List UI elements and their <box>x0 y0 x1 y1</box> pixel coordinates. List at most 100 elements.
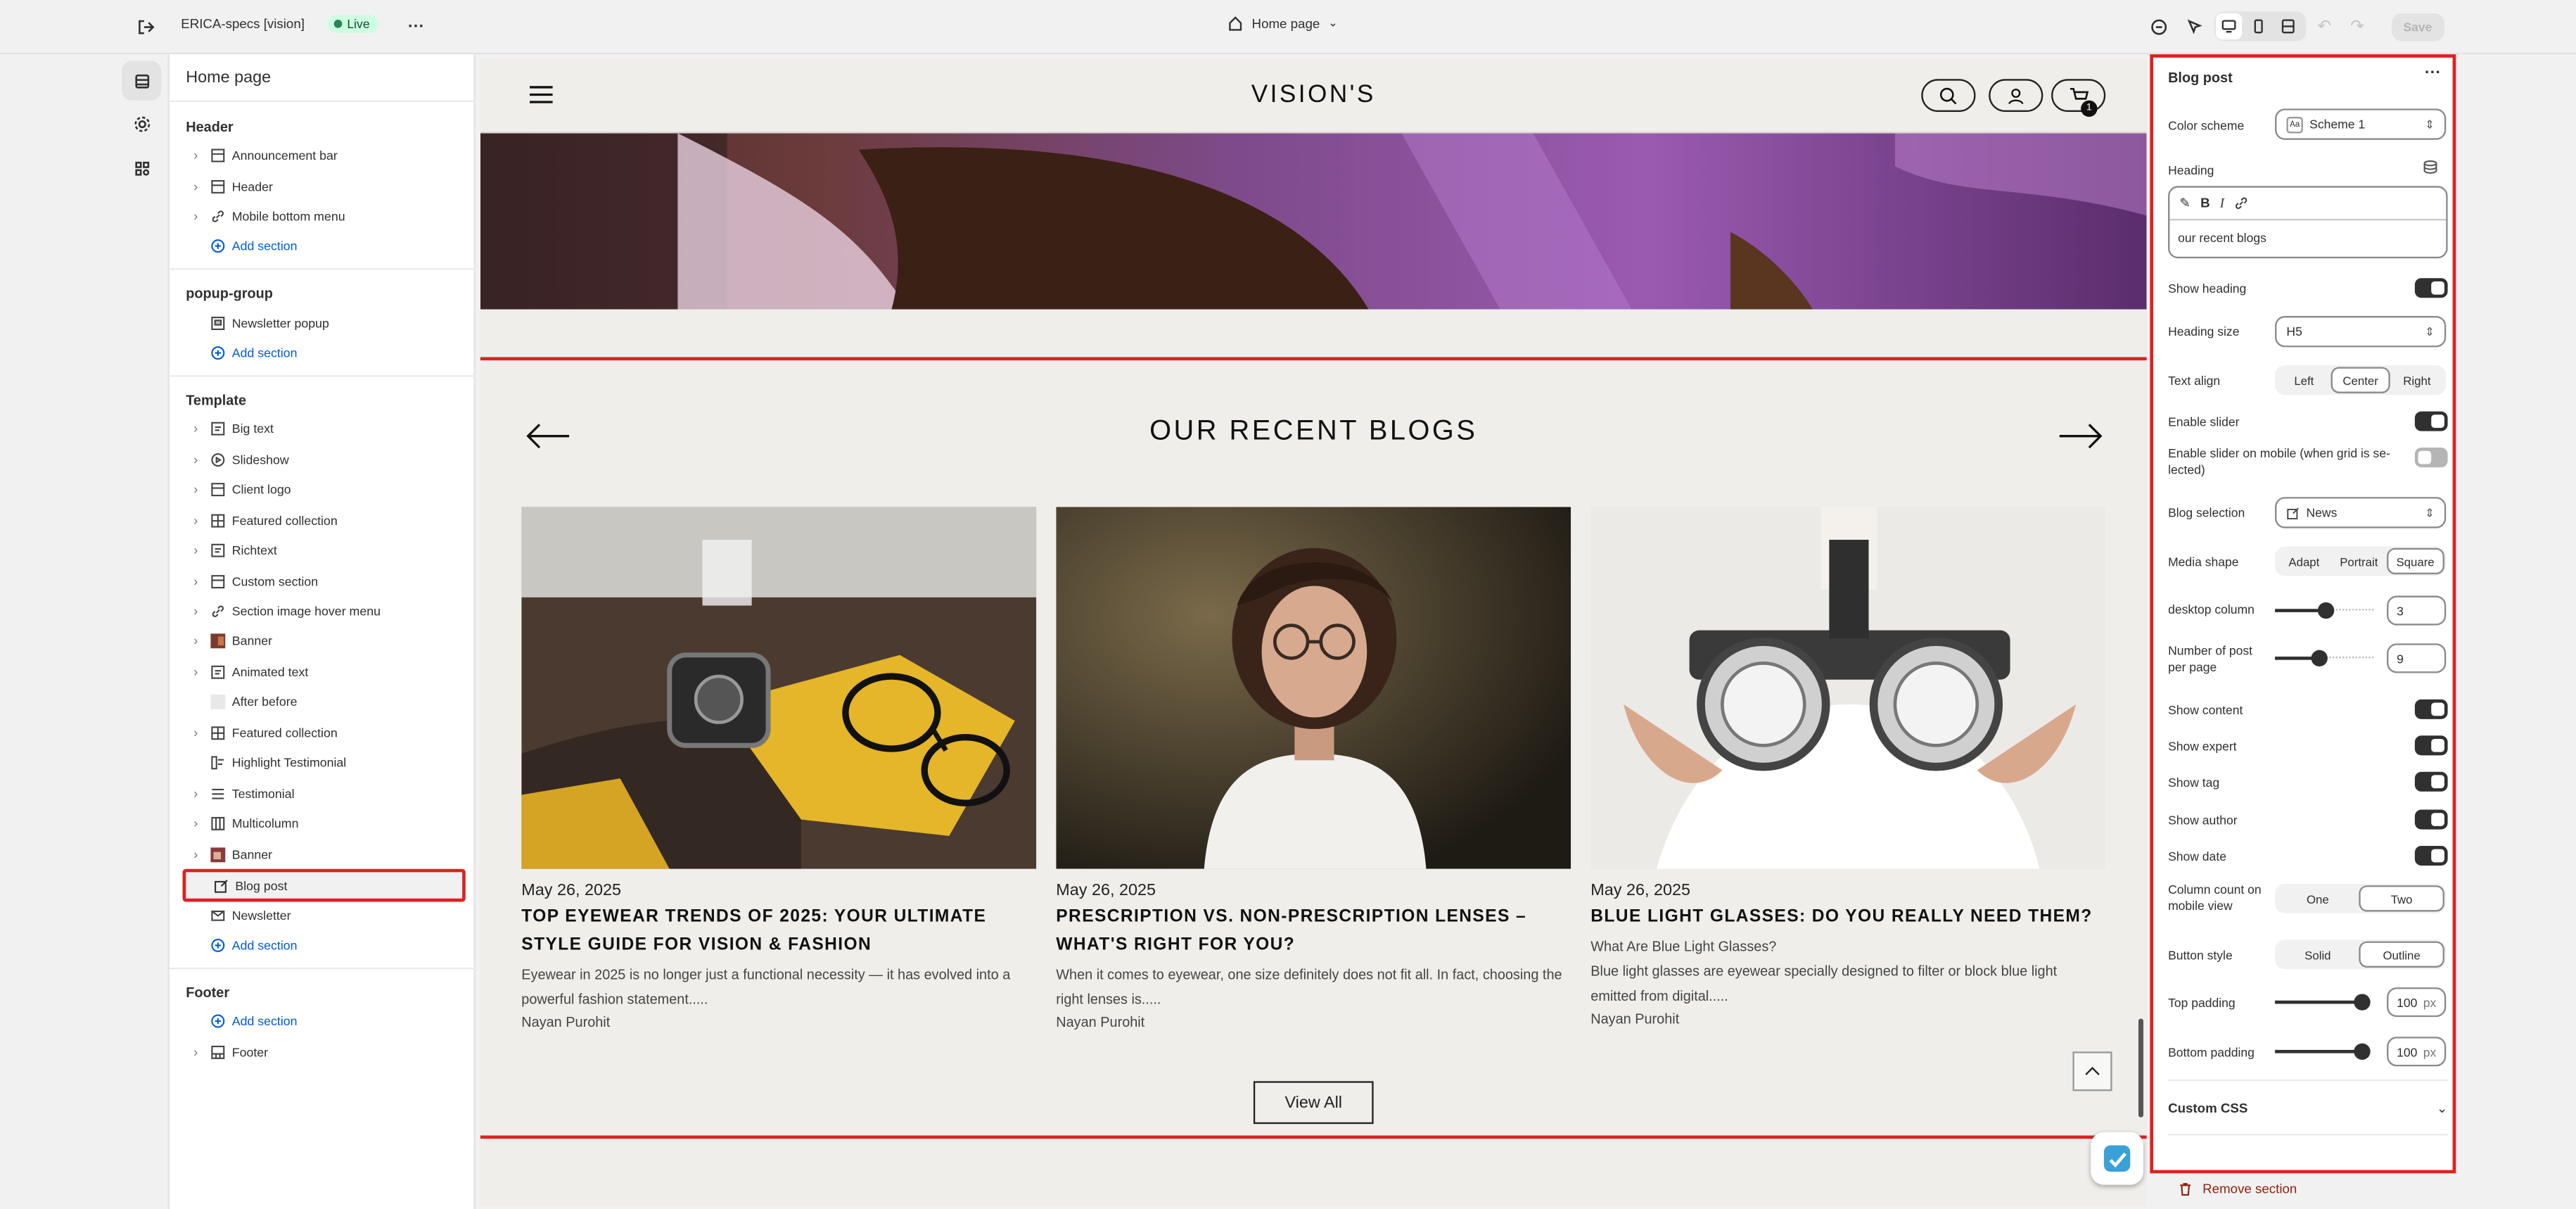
sidebar-item-header[interactable]: › Header <box>186 173 462 199</box>
preview-scrollbar[interactable] <box>2138 1018 2143 1118</box>
save-button[interactable]: Save <box>2392 13 2444 42</box>
view-all-button[interactable]: View All <box>1253 1081 1374 1125</box>
media-shape-adapt[interactable]: Adapt <box>2276 548 2331 574</box>
custom-css-collapsible[interactable]: Custom CSS ⌄ <box>2168 1101 2448 1115</box>
sidebar-item-highlight-testimonial[interactable]: Highlight Testimonial <box>186 749 462 775</box>
blog-card-image-woman[interactable] <box>1056 507 1571 869</box>
settings-gear-icon[interactable] <box>122 103 161 143</box>
sidebar-item-newsletter[interactable]: Newsletter <box>186 901 462 928</box>
desktop-view-icon[interactable] <box>2215 13 2243 40</box>
sidebar-item-featured-collection-2[interactable]: › Featured collection <box>186 719 462 745</box>
sidebar-item-testimonial[interactable]: › Testimonial <box>186 780 462 806</box>
enable-slider-toggle[interactable] <box>2414 411 2448 431</box>
chevron-right-icon[interactable]: › <box>186 452 205 467</box>
sidebar-item-client-logo[interactable]: › Client logo <box>186 476 462 502</box>
show-author-toggle[interactable] <box>2414 809 2448 830</box>
slider-knob[interactable] <box>2354 994 2371 1011</box>
button-style-outline[interactable]: Outline <box>2359 941 2444 968</box>
top-padding-slider[interactable] <box>2275 992 2373 1012</box>
heading-text-value[interactable]: our recent blogs <box>2169 220 2446 255</box>
bold-icon[interactable]: B <box>2200 196 2210 210</box>
top-padding-input[interactable]: 100 px <box>2387 987 2447 1018</box>
sidebar-item-section-image-hover-menu[interactable]: › Section image hover menu <box>186 597 462 624</box>
slider-knob[interactable] <box>2354 1043 2371 1060</box>
chevron-right-icon[interactable]: › <box>186 147 205 162</box>
chevron-right-icon[interactable]: › <box>186 725 205 740</box>
blog-selection-select[interactable]: News ⇕ <box>2275 497 2447 528</box>
sidebar-item-richtext[interactable]: › Richtext <box>186 536 462 562</box>
undo-icon[interactable]: ↶ <box>2312 13 2338 39</box>
chevron-right-icon[interactable]: › <box>186 633 205 647</box>
redo-icon[interactable]: ↷ <box>2344 13 2370 39</box>
remove-section-button[interactable]: Remove section <box>2178 1182 2297 1196</box>
chevron-right-icon[interactable]: › <box>186 420 205 435</box>
heading-richtext-editor[interactable]: ✎ B I our recent blogs <box>2168 186 2448 259</box>
desktop-column-slider[interactable] <box>2275 601 2374 621</box>
media-shape-square[interactable]: Square <box>2386 547 2444 575</box>
scroll-to-top-button[interactable] <box>2072 1051 2112 1091</box>
blog-card[interactable]: May 26, 2025 TOP EYEWEAR TRENDS OF 2025:… <box>521 507 1037 1030</box>
blog-card-title[interactable]: BLUE LIGHT GLASSES: DO YOU REALLY NEED T… <box>1590 904 2105 932</box>
bottom-padding-slider[interactable] <box>2275 1042 2373 1061</box>
chevron-right-icon[interactable]: › <box>186 847 205 861</box>
chevron-right-icon[interactable]: › <box>186 664 205 679</box>
chevron-right-icon[interactable]: › <box>186 481 205 496</box>
page-selector[interactable]: Home page ⌄ <box>1227 15 1338 31</box>
dynamic-source-icon[interactable] <box>2423 160 2438 175</box>
sidebar-item-big-text[interactable]: › Big text <box>186 414 462 441</box>
mobile-view-icon[interactable] <box>2245 13 2271 39</box>
more-options-icon[interactable]: ··· <box>2425 64 2441 82</box>
link-icon[interactable] <box>2234 196 2249 210</box>
sidebar-item-multicolumn[interactable]: › Multicolumn <box>186 810 462 836</box>
magic-icon[interactable]: ✎ <box>2179 196 2191 210</box>
column-count-one[interactable]: One <box>2276 885 2359 911</box>
exit-icon[interactable] <box>132 13 158 39</box>
slider-knob[interactable] <box>2317 602 2335 619</box>
text-align-left[interactable]: Left <box>2276 367 2331 393</box>
sidebar-item-featured-collection[interactable]: › Featured collection <box>186 507 462 533</box>
sections-icon[interactable] <box>122 61 162 101</box>
sidebar-item-slideshow[interactable]: › Slideshow <box>186 446 462 472</box>
chevron-right-icon[interactable]: › <box>186 574 205 588</box>
sidebar-item-after-before[interactable]: After before <box>186 688 462 714</box>
chevron-right-icon[interactable]: › <box>186 786 205 801</box>
sidebar-item-banner-2[interactable]: › Banner <box>186 841 462 867</box>
add-section-footer[interactable]: Add section <box>186 1007 462 1033</box>
bottom-padding-input[interactable]: 100 px <box>2387 1037 2447 1067</box>
sidebar-item-banner[interactable]: › Banner <box>186 627 462 653</box>
heading-size-select[interactable]: H5 ⇕ <box>2275 315 2447 348</box>
text-align-center[interactable]: Center <box>2331 367 2390 393</box>
blog-card-image-watch[interactable] <box>521 507 1037 869</box>
sidebar-item-announcement-bar[interactable]: › Announcement bar <box>186 141 462 167</box>
show-expert-toggle[interactable] <box>2414 735 2448 756</box>
show-heading-toggle[interactable] <box>2414 278 2448 298</box>
italic-icon[interactable]: I <box>2220 196 2224 210</box>
chevron-right-icon[interactable]: › <box>186 816 205 830</box>
store-logo[interactable]: VISION'S <box>480 81 2147 109</box>
chevron-right-icon[interactable]: › <box>186 208 205 223</box>
enable-slider-mobile-toggle[interactable] <box>2414 448 2448 468</box>
sidebar-item-mobile-bottom-menu[interactable]: › Mobile bottom menu <box>186 203 462 229</box>
blog-card-image-phoropter[interactable] <box>1590 507 2106 869</box>
button-style-solid[interactable]: Solid <box>2276 942 2359 968</box>
more-icon[interactable]: ··· <box>403 13 429 39</box>
sidebar-item-blog-post[interactable]: Blog post <box>182 868 466 902</box>
show-date-toggle[interactable] <box>2414 845 2448 866</box>
posts-per-page-slider[interactable] <box>2275 648 2374 668</box>
chevron-right-icon[interactable]: › <box>186 1044 205 1059</box>
sidebar-item-newsletter-popup[interactable]: Newsletter popup <box>186 310 462 336</box>
account-icon[interactable] <box>1989 79 2043 113</box>
chevron-right-icon[interactable]: › <box>186 512 205 527</box>
media-shape-portrait[interactable]: Portrait <box>2331 548 2386 574</box>
inspector-icon[interactable] <box>2181 13 2207 39</box>
slider-knob[interactable] <box>2311 650 2328 667</box>
fullscreen-view-icon[interactable] <box>2275 13 2301 39</box>
apps-icon[interactable] <box>122 148 161 187</box>
sidebar-item-custom-section[interactable]: › Custom section <box>186 568 462 594</box>
add-section-template[interactable]: Add section <box>186 932 462 958</box>
show-content-toggle[interactable] <box>2414 699 2448 719</box>
blog-card[interactable]: May 26, 2025 PRESCRIPTION VS. NON-PRESCR… <box>1056 507 1571 1030</box>
chat-widget-button[interactable] <box>2091 1132 2143 1185</box>
theme-check-icon[interactable] <box>2145 13 2171 39</box>
sidebar-item-footer[interactable]: › Footer <box>186 1039 462 1065</box>
